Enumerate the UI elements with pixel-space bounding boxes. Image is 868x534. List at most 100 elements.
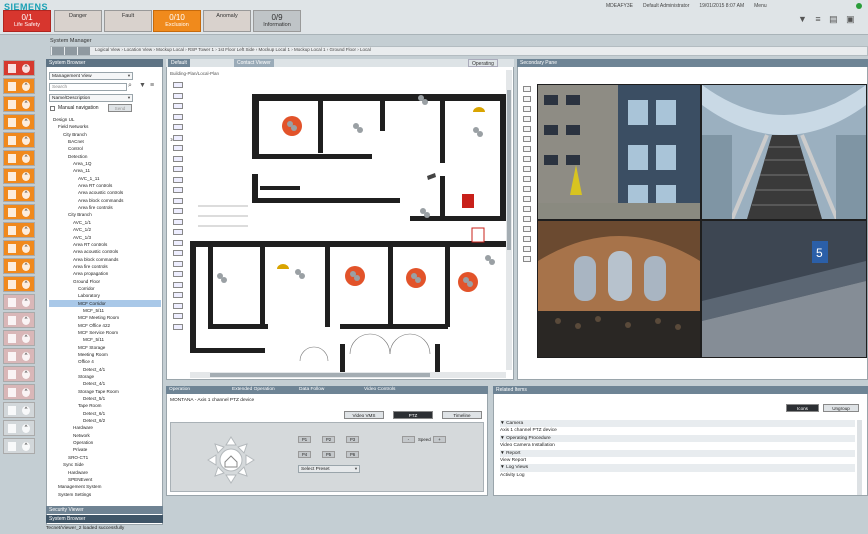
tree-item[interactable]: Meeting Room (49, 351, 161, 358)
camera-view-concourse[interactable] (538, 221, 700, 357)
alarm-tile[interactable]: ^ (3, 420, 35, 436)
tree-item[interactable]: SRO-CT1 (49, 454, 161, 461)
tree-item[interactable]: Storage Tape Room (49, 388, 161, 395)
tab-operating[interactable]: Operating (468, 59, 498, 67)
preset-select[interactable]: Select Preset (298, 465, 360, 473)
speed-minus-button[interactable]: - (402, 436, 415, 443)
ungroup-button[interactable]: Ungroup (823, 404, 859, 412)
tree-item[interactable]: Ground Floor (49, 278, 161, 285)
group-header[interactable]: ▼ Camera (500, 420, 855, 428)
tab-extended-operation[interactable]: Extended Operation (232, 387, 275, 392)
list-item[interactable]: Activity Log (500, 472, 855, 479)
preset-button[interactable]: P2 (322, 436, 335, 443)
alarm-tile[interactable]: ^ (3, 78, 35, 94)
tree-item[interactable]: AVC_1/1 (49, 219, 161, 226)
tree-item[interactable]: MCF_5/11 (49, 307, 161, 314)
tree-item[interactable]: SPENEvent (49, 476, 161, 483)
tree-item[interactable]: MCF Storage (49, 344, 161, 351)
tree-item[interactable]: Area RT controls (49, 241, 161, 248)
list-item[interactable]: Axis 1 channel PTZ device (500, 427, 855, 434)
tree-item[interactable]: Area acoustic controls (49, 189, 161, 196)
group-header[interactable]: ▼ Operating Procedure (500, 434, 855, 443)
tree-item[interactable]: Design UL (49, 116, 161, 123)
floor-plan[interactable] (190, 86, 508, 373)
list-item[interactable]: Video Camera Installation (500, 442, 855, 449)
alarm-tile[interactable]: ^ (3, 438, 35, 454)
tree-item[interactable]: MCF Service Room (49, 329, 161, 336)
tree-item[interactable]: Area_11 (49, 167, 161, 174)
tree-item[interactable]: Storage (49, 373, 161, 380)
tree-item[interactable]: Detect_6/2 (49, 417, 161, 424)
security-viewer-tab[interactable]: Security Viewer (46, 506, 163, 514)
tree-item[interactable]: Detection (49, 153, 161, 160)
ptz-joystick[interactable] (206, 435, 256, 485)
tree-item[interactable]: City Branch (49, 211, 161, 218)
alarm-tile[interactable]: ^ (3, 294, 35, 310)
tree-item[interactable]: Area_1Q (49, 160, 161, 167)
alarm-tile[interactable]: ^ (3, 402, 35, 418)
fault-counter[interactable]: Fault (104, 10, 152, 32)
group-header[interactable]: ▼ Report (500, 449, 855, 458)
view-select[interactable]: Management View (49, 72, 133, 80)
tab-data-follow[interactable]: Data Follow (299, 387, 324, 392)
tree-item[interactable]: MCF Office 422 (49, 322, 161, 329)
filter-icon[interactable]: ▼ (139, 82, 146, 89)
alarm-tile[interactable]: ^ (3, 150, 35, 166)
timeline-button[interactable]: Timeline (442, 411, 482, 419)
tree-item[interactable]: AVC_1_11 (49, 175, 161, 182)
tree-item[interactable]: Private (49, 446, 161, 453)
tree-item[interactable]: Corridor (49, 285, 161, 292)
alarm-tile[interactable]: ^ (3, 60, 35, 76)
camera-grid[interactable]: 5 (537, 84, 867, 358)
alarm-tile[interactable]: ^ (3, 240, 35, 256)
tree-item[interactable]: Control (49, 145, 161, 152)
tab-operation[interactable]: Operation (169, 387, 190, 392)
tree-item[interactable]: Area RT controls (49, 182, 161, 189)
tree-item[interactable]: System Settings (49, 491, 161, 498)
tree-item[interactable]: Management System (49, 483, 161, 490)
preset-button[interactable]: P4 (298, 451, 311, 458)
tree-item[interactable]: Area fire controls (49, 204, 161, 211)
tree-item[interactable]: MCF_5/11 (49, 336, 161, 343)
tree-item[interactable]: Detect_6/1 (49, 410, 161, 417)
tree-item[interactable]: Area block commands (49, 256, 161, 263)
tree-item[interactable]: MCF Corridor (49, 299, 161, 307)
nav-buttons[interactable] (52, 47, 90, 55)
related-items-scrollbar[interactable] (857, 420, 862, 495)
graphics-vertical-scrollbar[interactable] (506, 70, 512, 370)
video-layout-toolbar[interactable] (520, 86, 534, 266)
alarm-tile[interactable]: ^ (3, 222, 35, 238)
alarm-tile[interactable]: ^ (3, 168, 35, 184)
preset-button[interactable]: P6 (346, 451, 359, 458)
alarm-tile[interactable]: ^ (3, 204, 35, 220)
tree-item[interactable]: Area fire controls (49, 263, 161, 270)
group-header[interactable]: ▼ Log Views (500, 464, 855, 472)
tree-item[interactable]: Detect_4/1 (49, 380, 161, 387)
tree-item[interactable]: Operation (49, 439, 161, 446)
alarm-strip[interactable]: ^ ^ ^ ^ ^ ^ ^ ^ ^ ^ ^ ^ ^ ^ ^ ^ ^ ^ ^ ^ … (3, 60, 37, 472)
list-icon[interactable]: ≡ (150, 82, 154, 89)
alarm-tile[interactable]: ^ (3, 114, 35, 130)
alarm-tile[interactable]: ^ (3, 384, 35, 400)
danger-counter[interactable]: Danger (54, 10, 102, 32)
menu-link[interactable]: Menu (754, 3, 767, 9)
life-safety-counter[interactable]: 0/1 Life Safety (3, 10, 51, 32)
search-icon[interactable]: ⌕ (128, 82, 132, 90)
breadcrumb[interactable]: Logical View › Location View › Mockup Lo… (95, 47, 371, 52)
alarm-tile[interactable]: ^ (3, 366, 35, 382)
ptz-button[interactable]: PTZ (393, 411, 433, 419)
list-item[interactable]: View Report (500, 457, 855, 464)
tree-item[interactable]: Office 4 (49, 358, 161, 365)
preset-button[interactable]: P5 (322, 451, 335, 458)
graphics-toolbar[interactable] (170, 82, 186, 330)
tree-item[interactable]: AVC_1/2 (49, 226, 161, 233)
tree-item[interactable]: Detect_4/1 (49, 366, 161, 373)
tree-item[interactable]: Laboratory (49, 292, 161, 299)
information-counter[interactable]: 0/9 Information (253, 10, 301, 32)
tree-item[interactable]: BACnet (49, 138, 161, 145)
alarm-tile[interactable]: ^ (3, 96, 35, 112)
graphics-horizontal-scrollbar[interactable] (190, 372, 506, 378)
preset-button[interactable]: P3 (346, 436, 359, 443)
speed-plus-button[interactable]: + (433, 436, 446, 443)
alarm-tile[interactable]: ^ (3, 312, 35, 328)
